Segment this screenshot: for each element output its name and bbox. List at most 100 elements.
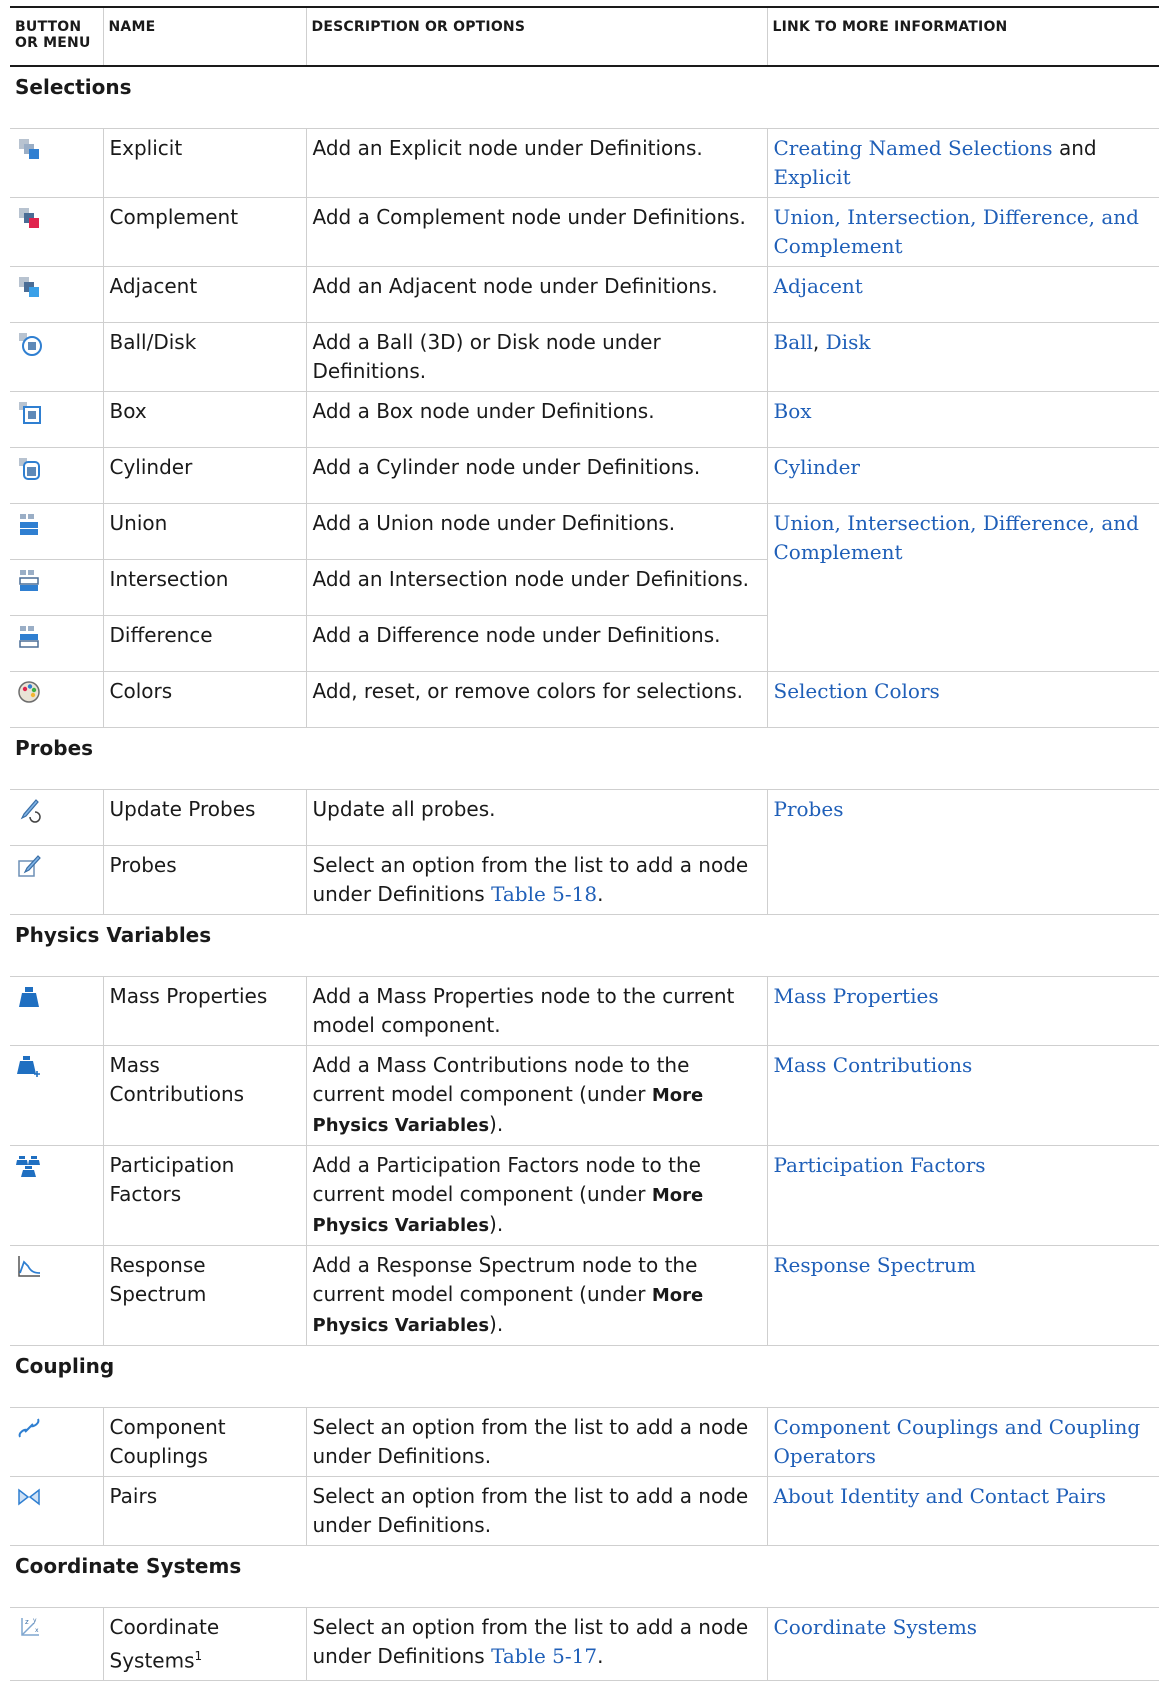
description-end: .: [597, 881, 604, 906]
table-row: Cylinder Add a Cylinder node under Defin…: [10, 447, 1159, 504]
table-row: Mass Contributions Add a Mass Contributi…: [10, 1045, 1159, 1146]
ribbon-buttons-table: BUTTON OR MENU NAME DESCRIPTION OR OPTIO…: [10, 6, 1159, 1682]
section-title: Coordinate Systems: [10, 1545, 1159, 1608]
row-description: Add a Complement node under Definitions.: [305, 197, 767, 267]
link-union-intersection[interactable]: Union, Intersection, Difference, and Com…: [774, 205, 1139, 258]
section-title: Selections: [10, 66, 1159, 129]
section-title: Physics Variables: [10, 914, 1159, 977]
row-description: Add a Response Spectrum node to the curr…: [305, 1245, 767, 1346]
row-name: Adjacent: [102, 266, 306, 323]
table-row: Component Couplings Select an option fro…: [10, 1407, 1159, 1477]
ball-disk-selection-icon: [19, 332, 42, 356]
link-ball[interactable]: Ball: [774, 330, 813, 354]
table-row: Mass Properties Add a Mass Properties no…: [10, 976, 1159, 1046]
row-description: Select an option from the list to add a …: [305, 1607, 767, 1682]
row-name: Union: [102, 503, 306, 560]
row-description: Add a Mass Properties node to the curren…: [305, 976, 767, 1046]
table-row: Pairs Select an option from the list to …: [10, 1476, 1159, 1546]
section-coupling: Coupling: [10, 1345, 1159, 1408]
row-name-text: Coordinate Systems: [109, 1614, 220, 1673]
link-adjacent[interactable]: Adjacent: [774, 274, 863, 298]
section-title: Probes: [10, 727, 1159, 790]
cylinder-selection-icon: [19, 457, 40, 480]
row-description: Add an Explicit node under Definitions.: [305, 128, 767, 198]
row-name: Complement: [102, 197, 306, 267]
link-response-spectrum[interactable]: Response Spectrum: [774, 1253, 976, 1277]
row-name: Colors: [102, 671, 306, 728]
section-probes: Probes: [10, 727, 1159, 790]
link-table-5-17[interactable]: Table 5-17: [491, 1644, 597, 1668]
link-union-intersection-difference[interactable]: Union, Intersection, Difference, and Com…: [774, 511, 1139, 564]
link-selection-colors[interactable]: Selection Colors: [774, 679, 940, 703]
link-mass-properties[interactable]: Mass Properties: [774, 984, 939, 1008]
intersection-selection-icon: [19, 569, 39, 591]
row-name: Difference: [102, 615, 306, 672]
table-row: Participation Factors Add a Participatio…: [10, 1145, 1159, 1246]
participation-factors-icon: [16, 1155, 40, 1177]
link-probes[interactable]: Probes: [774, 797, 844, 821]
link-box[interactable]: Box: [774, 399, 812, 423]
description-text: Add a Participation Factors node to the …: [312, 1152, 701, 1206]
component-couplings-icon: [18, 1418, 40, 1437]
union-selection-icon: [20, 513, 38, 535]
link-explicit[interactable]: Explicit: [774, 165, 851, 189]
difference-selection-icon: [19, 625, 39, 648]
svg-text:z: z: [25, 1618, 29, 1626]
row-description: Add an Intersection node under Definitio…: [305, 559, 767, 616]
response-spectrum-icon: [18, 1255, 41, 1277]
footnote-marker: 1: [194, 1648, 203, 1663]
header-name: NAME: [102, 6, 306, 67]
explicit-selection-icon: [19, 138, 39, 159]
row-description: Select an option from the list to add a …: [305, 1407, 767, 1477]
description-end: ).: [489, 1111, 504, 1136]
row-description: Add a Box node under Definitions.: [305, 391, 767, 448]
table-row: Update Probes Update all probes. Probes: [10, 789, 1159, 915]
link-disk[interactable]: Disk: [826, 330, 871, 354]
link-coordinate-systems[interactable]: Coordinate Systems: [774, 1615, 978, 1639]
header-link: LINK TO MORE INFORMATION: [766, 6, 1159, 67]
link-identity-contact-pairs[interactable]: About Identity and Contact Pairs: [774, 1484, 1107, 1508]
table-row: Union Add a Union node under Definitions…: [10, 503, 1159, 672]
table-row: Response Spectrum Add a Response Spectru…: [10, 1245, 1159, 1346]
description-end: ).: [489, 1311, 504, 1336]
row-name: Mass Properties: [102, 976, 306, 1046]
link-participation-factors[interactable]: Participation Factors: [774, 1153, 986, 1177]
complement-selection-icon: [19, 207, 39, 228]
link-cylinder[interactable]: Cylinder: [774, 455, 860, 479]
description-text: Add a Mass Contributions node to the cur…: [312, 1052, 690, 1106]
row-name: Update Probes: [102, 789, 306, 846]
row-description: Add a Cylinder node under Definitions.: [305, 447, 767, 504]
link-component-couplings[interactable]: Component Couplings and Coupling Operato…: [774, 1415, 1141, 1468]
table-row: Ball/Disk Add a Ball (3D) or Disk node u…: [10, 322, 1159, 392]
probes-icon: [18, 854, 41, 877]
table-row: Colors Add, reset, or remove colors for …: [10, 671, 1159, 728]
adjacent-selection-icon: [19, 276, 39, 297]
row-name: Intersection: [102, 559, 306, 616]
table-header: BUTTON OR MENU NAME DESCRIPTION OR OPTIO…: [10, 6, 1159, 67]
link-creating-named-selections[interactable]: Creating Named Selections: [774, 136, 1053, 160]
row-name: Coordinate Systems1: [102, 1607, 306, 1682]
row-description: Add, reset, or remove colors for selecti…: [305, 671, 767, 728]
table-row: zyx Coordinate Systems1 Select an option…: [10, 1607, 1159, 1682]
link-mass-contributions[interactable]: Mass Contributions: [774, 1053, 973, 1077]
row-description: Add a Mass Contributions node to the cur…: [305, 1045, 767, 1146]
row-name: Ball/Disk: [102, 322, 306, 392]
row-name: Mass Contributions: [102, 1045, 306, 1146]
row-name: Participation Factors: [102, 1145, 306, 1246]
mass-properties-icon: [19, 986, 39, 1007]
row-description: Select an option from the list to add a …: [305, 1476, 767, 1546]
row-name: Box: [102, 391, 306, 448]
table-row: Adjacent Add an Adjacent node under Defi…: [10, 266, 1159, 323]
section-coordinate-systems: Coordinate Systems: [10, 1545, 1159, 1608]
table-row: Box Add a Box node under Definitions. Bo…: [10, 391, 1159, 448]
link-separator: ,: [812, 329, 820, 354]
reference-table-page: BUTTON OR MENU NAME DESCRIPTION OR OPTIO…: [0, 0, 1159, 1696]
row-name: Explicit: [102, 128, 306, 198]
table-row: Explicit Add an Explicit node under Defi…: [10, 128, 1159, 198]
link-table-5-18[interactable]: Table 5-18: [491, 882, 597, 906]
palette-icon: [18, 680, 40, 703]
row-description: Update all probes.: [305, 789, 767, 846]
svg-text:x: x: [35, 1627, 39, 1634]
description-text: Add a Response Spectrum node to the curr…: [312, 1252, 698, 1306]
row-name: Probes: [102, 845, 306, 915]
